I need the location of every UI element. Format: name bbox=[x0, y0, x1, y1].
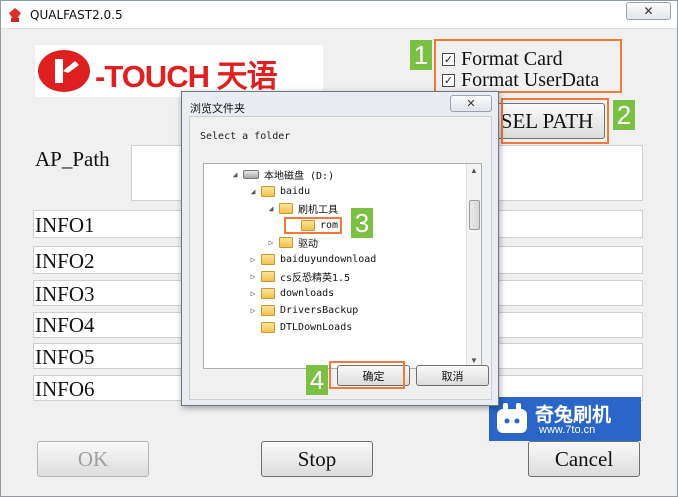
scrollbar-thumb[interactable] bbox=[469, 200, 480, 230]
format-card-checkbox[interactable]: ✓ bbox=[442, 53, 455, 66]
folder-icon bbox=[279, 237, 293, 248]
watermark-text: 奇兔刷机 bbox=[535, 404, 612, 426]
folder-icon bbox=[261, 322, 275, 333]
scroll-up-icon[interactable]: ▲ bbox=[470, 166, 478, 175]
tree-item-label: DriversBackup bbox=[280, 305, 359, 316]
window-close-button[interactable]: ✕ bbox=[626, 2, 671, 20]
tree-item-label: 本地磁盘 (D:) bbox=[264, 171, 335, 182]
close-icon: ✕ bbox=[466, 98, 476, 110]
folder-icon bbox=[279, 203, 293, 214]
format-card-label: Format Card bbox=[461, 48, 563, 70]
folder-icon bbox=[261, 254, 275, 265]
tree-item-dtldownloads[interactable]: DTLDownLoads bbox=[248, 319, 352, 336]
window-title: QUALFAST2.0.5 bbox=[30, 8, 123, 22]
format-card-option[interactable]: ✓ Format Card bbox=[442, 48, 563, 71]
tree-scrollbar[interactable]: ▲ ▼ bbox=[466, 164, 481, 368]
folder-icon bbox=[261, 288, 275, 299]
format-userdata-option[interactable]: ✓ Format UserData bbox=[442, 69, 599, 92]
folder-icon bbox=[261, 186, 275, 197]
close-icon: ✕ bbox=[643, 4, 654, 18]
expand-arrow-icon[interactable]: ▷ bbox=[248, 255, 258, 264]
browse-folder-dialog: 浏览文件夹 ✕ Select a folder ◢ 本地磁盘 (D:) ◢ ba… bbox=[181, 91, 499, 406]
tree-item-label: downloads bbox=[280, 288, 335, 299]
callout-badge-2: 2 bbox=[613, 100, 635, 130]
tree-item-drive-d[interactable]: ◢ 本地磁盘 (D:) bbox=[230, 166, 334, 183]
tree-item-label: DTLDownLoads bbox=[280, 322, 353, 333]
drive-icon bbox=[243, 170, 259, 179]
scroll-down-icon[interactable]: ▼ bbox=[470, 356, 478, 365]
ok-button[interactable]: OK bbox=[37, 441, 149, 477]
tree-item-baiduyundownload[interactable]: ▷ baiduyundownload bbox=[248, 251, 376, 268]
info2-label: INFO2 bbox=[35, 249, 95, 273]
tree-item-label: 驱动 bbox=[298, 239, 318, 250]
format-userdata-label: Format UserData bbox=[461, 69, 600, 91]
info6-label: INFO6 bbox=[35, 377, 95, 401]
watermark: 奇兔刷机 www.7to.cn bbox=[489, 397, 641, 441]
tree-item-label: baiduyundownload bbox=[280, 254, 377, 265]
watermark-url: www.7to.cn bbox=[539, 424, 596, 436]
callout-box-2 bbox=[501, 98, 609, 144]
tree-item-flash-tools[interactable]: ◢ 刷机工具 bbox=[266, 200, 338, 217]
expand-arrow-icon[interactable]: ▷ bbox=[248, 289, 258, 298]
tree-item-label: 刷机工具 bbox=[298, 205, 338, 216]
k-touch-logo: -TOUCH 天语 bbox=[35, 45, 323, 97]
expand-arrow-icon[interactable]: ◢ bbox=[230, 170, 240, 179]
rabbit-logo-icon bbox=[497, 403, 527, 433]
dialog-body: Select a folder ◢ 本地磁盘 (D:) ◢ baidu ◢ 刷机… bbox=[189, 116, 492, 400]
info3-label: INFO3 bbox=[35, 282, 95, 306]
dialog-cancel-button[interactable]: 取消 bbox=[416, 365, 489, 386]
info1-label: INFO1 bbox=[35, 213, 95, 237]
main-window: QUALFAST2.0.5 ✕ -TOUCH 天语 1 ✓ Format Car… bbox=[0, 0, 678, 497]
tree-item-label: rom bbox=[320, 220, 339, 231]
logo-text: -TOUCH 天语 bbox=[95, 59, 278, 94]
callout-badge-1: 1 bbox=[410, 40, 432, 70]
tree-item-label: baidu bbox=[280, 186, 311, 197]
stop-button[interactable]: Stop bbox=[261, 441, 373, 477]
expand-arrow-icon[interactable]: ◢ bbox=[248, 187, 258, 196]
title-bar: QUALFAST2.0.5 ✕ bbox=[1, 1, 677, 29]
tree-item-downloads[interactable]: ▷ downloads bbox=[248, 285, 334, 302]
tree-item-drivers[interactable]: ▷ 驱动 bbox=[266, 234, 318, 251]
folder-tree[interactable]: ◢ 本地磁盘 (D:) ◢ baidu ◢ 刷机工具 rom ▷ 驱动 ▷ ba… bbox=[203, 163, 482, 369]
ap-path-label: AP_Path bbox=[35, 147, 110, 171]
format-userdata-checkbox[interactable]: ✓ bbox=[442, 74, 455, 87]
app-icon bbox=[9, 8, 21, 22]
tree-item-rom[interactable]: rom bbox=[284, 217, 343, 234]
expand-arrow-icon[interactable]: ▷ bbox=[248, 306, 258, 315]
callout-box-4 bbox=[329, 361, 405, 389]
callout-badge-3: 3 bbox=[351, 208, 373, 238]
dialog-close-button[interactable]: ✕ bbox=[450, 95, 492, 112]
folder-icon bbox=[261, 271, 275, 282]
logo-mark-icon bbox=[38, 50, 90, 92]
expand-arrow-icon[interactable]: ◢ bbox=[266, 204, 276, 213]
folder-icon bbox=[261, 305, 275, 316]
info4-label: INFO4 bbox=[35, 313, 95, 337]
dialog-title: 浏览文件夹 bbox=[190, 102, 245, 115]
cancel-button[interactable]: Cancel bbox=[528, 441, 640, 477]
info5-label: INFO5 bbox=[35, 345, 95, 369]
tree-item-label: cs反恐精英1.5 bbox=[280, 273, 351, 284]
dialog-prompt: Select a folder bbox=[200, 131, 291, 142]
folder-icon bbox=[301, 220, 315, 231]
expand-arrow-icon[interactable]: ▷ bbox=[266, 238, 276, 247]
callout-badge-4: 4 bbox=[306, 365, 328, 395]
tree-item-baidu[interactable]: ◢ baidu bbox=[248, 183, 310, 200]
tree-item-cs[interactable]: ▷ cs反恐精英1.5 bbox=[248, 268, 350, 285]
tree-item-driversbackup[interactable]: ▷ DriversBackup bbox=[248, 302, 358, 319]
expand-arrow-icon[interactable]: ▷ bbox=[248, 272, 258, 281]
